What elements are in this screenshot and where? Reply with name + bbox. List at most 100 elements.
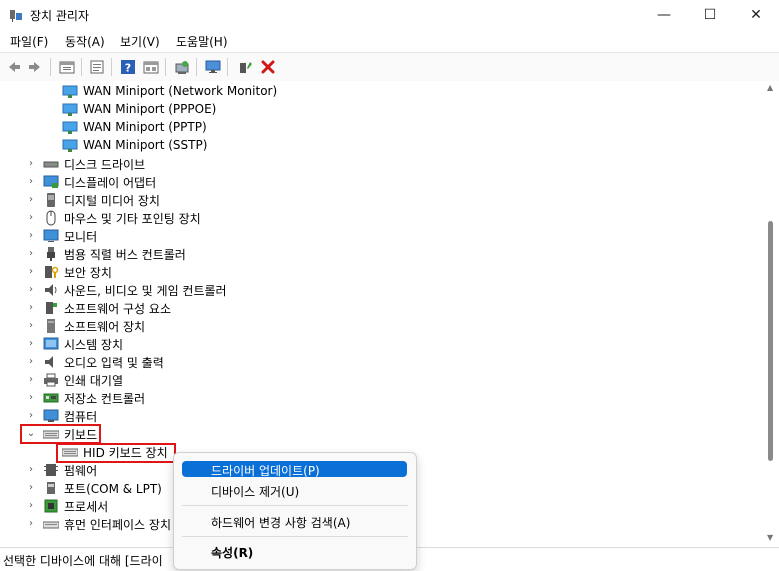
- network-adapter-icon: [62, 85, 78, 98]
- tree-category[interactable]: › 저장소 컨트롤러: [0, 389, 763, 407]
- tree-category[interactable]: › 인쇄 대기열: [0, 371, 763, 389]
- toolbar-separator: [227, 58, 228, 76]
- category-label: 휴먼 인터페이스 장치: [64, 518, 171, 532]
- scrollbar-thumb[interactable]: [768, 221, 773, 461]
- chevron-right-icon[interactable]: ›: [25, 518, 37, 530]
- tree-category[interactable]: › 사운드, 비디오 및 게임 컨트롤러: [0, 281, 763, 299]
- chevron-right-icon[interactable]: ›: [25, 248, 37, 260]
- tree-category[interactable]: › 소프트웨어 장치: [0, 317, 763, 335]
- digital-media-icon: [47, 193, 55, 207]
- close-button[interactable]: ✕: [733, 0, 779, 30]
- menu-file[interactable]: 파일(F): [10, 33, 48, 50]
- chevron-right-icon[interactable]: ›: [25, 410, 37, 422]
- list-item[interactable]: WAN Miniport (PPPOE): [0, 101, 763, 119]
- enable-device-icon[interactable]: [235, 57, 255, 77]
- tree-category[interactable]: › 범용 직렬 버스 컨트롤러: [0, 245, 763, 263]
- chevron-right-icon[interactable]: ›: [25, 374, 37, 386]
- update-driver-icon[interactable]: [87, 57, 107, 77]
- category-label: 디스크 드라이브: [64, 158, 146, 172]
- category-label: 시스템 장치: [64, 338, 124, 352]
- tree-category[interactable]: › 보안 장치: [0, 263, 763, 281]
- category-label: 디스플레이 어댑터: [64, 176, 157, 190]
- keyboard-highlight-box: [20, 424, 101, 444]
- network-adapter-icon: [62, 121, 78, 134]
- chevron-right-icon[interactable]: ›: [25, 338, 37, 350]
- help-icon[interactable]: ?: [118, 57, 138, 77]
- chevron-right-icon[interactable]: ›: [25, 320, 37, 332]
- forward-arrow-icon[interactable]: [25, 57, 45, 77]
- device-label: WAN Miniport (PPPOE): [83, 102, 217, 116]
- monitor-icon[interactable]: [203, 57, 223, 77]
- menu-view[interactable]: 보기(V): [120, 33, 160, 50]
- back-arrow-icon[interactable]: [4, 57, 24, 77]
- menu-action[interactable]: 동작(A): [65, 33, 105, 50]
- device-label: WAN Miniport (SSTP): [83, 138, 208, 152]
- category-label: 보안 장치: [64, 266, 112, 280]
- tree-category[interactable]: › 컴퓨터: [0, 407, 763, 425]
- scan-hardware-menu-item[interactable]: 하드웨어 변경 사항 검색(A): [182, 513, 407, 530]
- device-label: WAN Miniport (PPTP): [83, 120, 207, 134]
- chevron-right-icon[interactable]: ›: [25, 158, 37, 170]
- update-driver-menu-item[interactable]: 드라이버 업데이트(P): [182, 461, 407, 478]
- monitor-icon: [43, 229, 59, 242]
- scroll-down-icon[interactable]: ▼: [767, 533, 773, 542]
- computer-icon: [43, 409, 59, 422]
- category-label: 소프트웨어 구성 요소: [64, 302, 171, 316]
- uninstall-device-menu-item[interactable]: 디바이스 제거(U): [182, 482, 407, 499]
- tree-category-keyboard[interactable]: ⌄ 키보드: [0, 425, 763, 443]
- tree-category[interactable]: › 모니터: [0, 227, 763, 245]
- list-item[interactable]: WAN Miniport (PPTP): [0, 119, 763, 137]
- toolbar-separator: [196, 58, 197, 76]
- list-item[interactable]: WAN Miniport (Network Monitor): [0, 83, 763, 101]
- category-label: 소프트웨어 장치: [64, 320, 146, 334]
- maximize-button[interactable]: ☐: [687, 0, 733, 30]
- toolbar-separator: [50, 58, 51, 76]
- software-component-icon: [46, 302, 57, 314]
- view-icon[interactable]: [141, 57, 161, 77]
- tree-category[interactable]: › 디스크 드라이브: [0, 155, 763, 173]
- tree-category[interactable]: › 오디오 입력 및 출력: [0, 353, 763, 371]
- vertical-scrollbar[interactable]: ▲ ▼: [763, 81, 779, 546]
- category-label: 오디오 입력 및 출력: [64, 356, 164, 370]
- category-label: 인쇄 대기열: [64, 374, 124, 388]
- window-title: 장치 관리자: [30, 9, 90, 23]
- properties-menu-item[interactable]: 속성(R): [182, 543, 407, 560]
- firmware-icon: [44, 464, 58, 476]
- chevron-right-icon[interactable]: ›: [25, 500, 37, 512]
- category-label: 프로세서: [64, 500, 109, 514]
- device-label: WAN Miniport (Network Monitor): [83, 84, 278, 98]
- speaker-icon: [45, 284, 57, 296]
- menu-help[interactable]: 도움말(H): [176, 33, 228, 50]
- tree-category[interactable]: › 디지털 미디어 장치: [0, 191, 763, 209]
- tree-category[interactable]: › 마우스 및 기타 포인팅 장치: [0, 209, 763, 227]
- tree-category[interactable]: › 디스플레이 어댑터: [0, 173, 763, 191]
- processor-icon: [44, 499, 58, 513]
- properties-icon[interactable]: [57, 57, 77, 77]
- list-item[interactable]: WAN Miniport (SSTP): [0, 137, 763, 155]
- mouse-icon: [46, 210, 56, 226]
- toolbar: ?: [0, 52, 779, 82]
- chevron-right-icon[interactable]: ›: [25, 194, 37, 206]
- chevron-right-icon[interactable]: ›: [25, 230, 37, 242]
- category-label: 모니터: [64, 230, 98, 244]
- context-menu: 드라이버 업데이트(P) 디바이스 제거(U) 하드웨어 변경 사항 검색(A)…: [173, 452, 417, 570]
- device-manager-window: 장치 관리자 — ☐ ✕ 파일(F) 동작(A) 보기(V) 도움말(H) ?: [0, 0, 779, 571]
- device-manager-app-icon: [10, 10, 22, 22]
- tree-category[interactable]: › 소프트웨어 구성 요소: [0, 299, 763, 317]
- scroll-up-icon[interactable]: ▲: [767, 83, 773, 92]
- display-adapter-icon: [43, 175, 59, 188]
- chevron-right-icon[interactable]: ›: [25, 266, 37, 278]
- scan-hardware-icon[interactable]: [172, 57, 192, 77]
- chevron-right-icon[interactable]: ›: [25, 302, 37, 314]
- chevron-right-icon[interactable]: ›: [25, 482, 37, 494]
- minimize-button[interactable]: —: [641, 0, 687, 30]
- chevron-right-icon[interactable]: ›: [25, 176, 37, 188]
- category-label: 저장소 컨트롤러: [64, 392, 146, 406]
- chevron-right-icon[interactable]: ›: [25, 212, 37, 224]
- tree-category[interactable]: › 시스템 장치: [0, 335, 763, 353]
- chevron-right-icon[interactable]: ›: [25, 464, 37, 476]
- chevron-right-icon[interactable]: ›: [25, 284, 37, 296]
- chevron-right-icon[interactable]: ›: [25, 392, 37, 404]
- uninstall-icon[interactable]: [258, 57, 278, 77]
- chevron-right-icon[interactable]: ›: [25, 356, 37, 368]
